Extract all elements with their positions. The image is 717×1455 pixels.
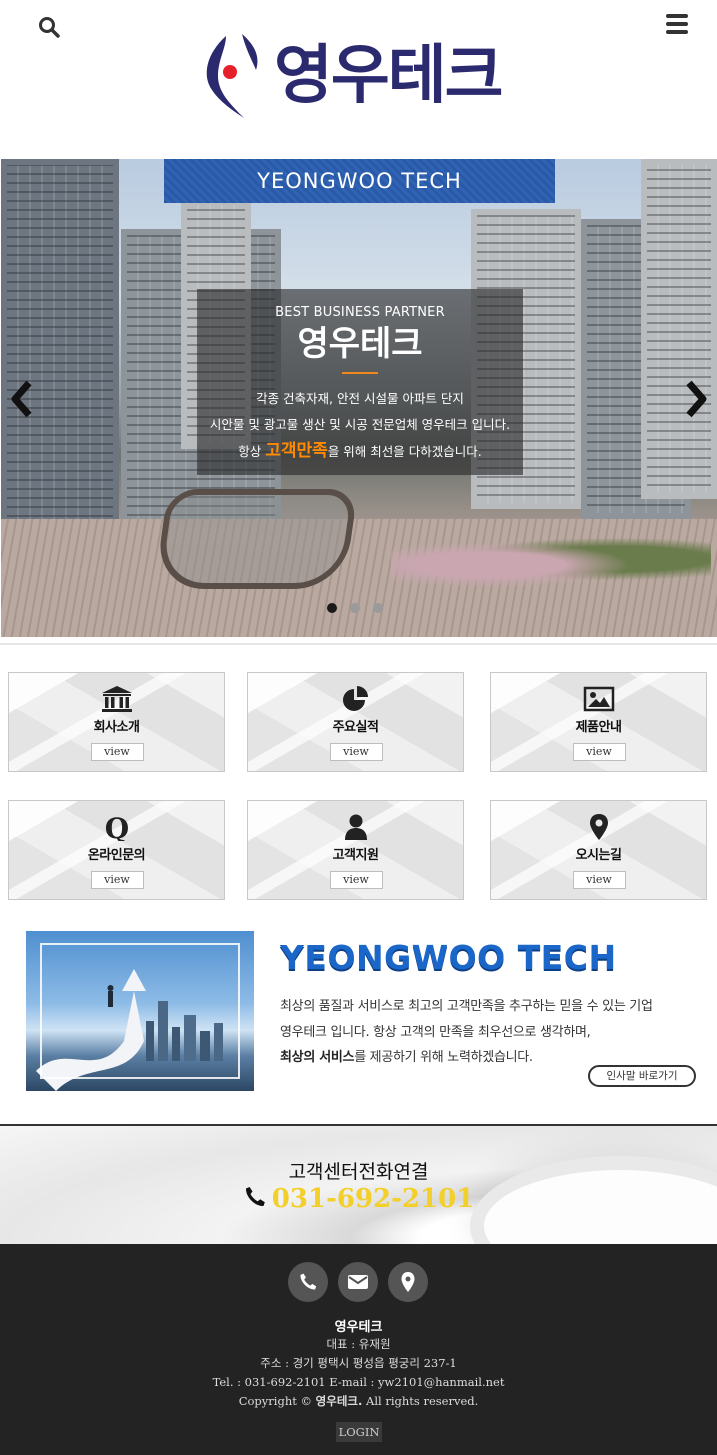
hero-line-2: 시안물 및 광고물 생산 및 시공 전문업체 영우테크 입니다. bbox=[209, 417, 511, 432]
tile-online-inquiry[interactable]: Q 온라인문의 view bbox=[8, 800, 225, 900]
svg-text:Q: Q bbox=[104, 813, 128, 841]
envelope-icon[interactable] bbox=[338, 1262, 378, 1302]
hero-line-1: 각종 건축자재, 안전 시설물 아파트 단지 bbox=[256, 391, 464, 406]
footer-contact: Tel. : 031-692-2101 E-mail : yw2101@hanm… bbox=[212, 1375, 505, 1389]
search-icon[interactable] bbox=[38, 16, 62, 40]
slide-dot-3[interactable] bbox=[373, 603, 383, 613]
intro-line-3-bold: 최상의 서비스 bbox=[280, 1050, 355, 1065]
call-center-title: 고객센터전화연결 bbox=[288, 1161, 429, 1183]
logo-mark-icon bbox=[206, 34, 258, 118]
prev-slide-chevron-icon[interactable] bbox=[9, 379, 35, 419]
tile-customer-support[interactable]: 고객지원 view bbox=[247, 800, 464, 900]
tile-label: 오시는길 bbox=[575, 848, 622, 863]
map-pin-icon[interactable] bbox=[388, 1262, 428, 1302]
map-pin-icon bbox=[589, 814, 608, 840]
greeting-link-button[interactable]: 인사말 바로가기 bbox=[588, 1065, 696, 1087]
tile-label: 주요실적 bbox=[332, 720, 379, 735]
tile-company-intro[interactable]: 회사소개 view bbox=[8, 672, 225, 772]
footer-ceo: 대표 : 유재원 bbox=[326, 1337, 391, 1351]
q-icon: Q bbox=[104, 813, 128, 841]
tile-label: 고객지원 bbox=[332, 848, 379, 863]
tile-label: 회사소개 bbox=[93, 720, 140, 735]
hero-band-title: YEONGWOO TECH bbox=[164, 159, 555, 203]
hero-eyebrow: BEST BUSINESS PARTNER bbox=[275, 305, 445, 320]
tile-label: 제품안내 bbox=[575, 720, 622, 735]
footer-copyright: Copyright © 영우테크. All rights reserved. bbox=[0, 1393, 717, 1409]
view-button[interactable]: view bbox=[572, 871, 626, 889]
call-center-number[interactable]: 031-692-2101 bbox=[272, 1184, 475, 1214]
slide-dot-1[interactable] bbox=[327, 603, 337, 613]
site-logo[interactable]: 영우테크 bbox=[196, 28, 506, 124]
building-image bbox=[641, 159, 717, 499]
bank-building-icon bbox=[101, 686, 132, 712]
footer-quick-icons bbox=[288, 1262, 428, 1302]
hamburger-menu-icon[interactable] bbox=[666, 14, 688, 34]
view-button[interactable]: view bbox=[329, 871, 383, 889]
intro-brand-title: YEONGWOO TECH bbox=[280, 938, 617, 977]
phone-icon bbox=[245, 1187, 265, 1207]
view-button[interactable]: view bbox=[572, 743, 626, 761]
tile-major-results[interactable]: 주요실적 view bbox=[247, 672, 464, 772]
copyright-prefix: Copyright © bbox=[238, 1394, 313, 1408]
view-button[interactable]: view bbox=[329, 743, 383, 761]
intro-line-1: 최상의 품질과 서비스로 최고의 고객만족을 추구하는 믿을 수 있는 기업 bbox=[280, 999, 653, 1014]
hero-line-3-post: 을 위해 최선을 다하겠습니다. bbox=[327, 444, 482, 459]
copyright-company: 영우테크. bbox=[315, 1394, 363, 1408]
intro-frame bbox=[40, 943, 240, 1079]
footer-address: 주소 : 경기 평택시 평성읍 평궁리 237-1 bbox=[260, 1356, 457, 1370]
slide-dot-2[interactable] bbox=[350, 603, 360, 613]
intro-city-image bbox=[26, 931, 254, 1091]
copyright-suffix: All rights reserved. bbox=[366, 1394, 479, 1408]
hero-accent-text: 고객만족 bbox=[265, 441, 328, 461]
footer-company-name: 영우테크 bbox=[334, 1320, 383, 1335]
pond-image bbox=[153, 489, 359, 589]
building-image bbox=[1, 159, 119, 539]
trees-image bbox=[391, 529, 711, 589]
image-icon bbox=[583, 686, 614, 712]
logo-text: 영우테크 bbox=[274, 39, 504, 113]
hero-caption-panel: BEST BUSINESS PARTNER 영우테크 각종 건축자재, 안전 시… bbox=[197, 289, 523, 475]
hero-slider: YEONGWOO TECH BEST BUSINESS PARTNER 영우테크… bbox=[1, 159, 717, 637]
hero-line-3: 항상 고객만족을 위해 최선을 다하겠습니다. bbox=[197, 438, 523, 465]
intro-line-3: 최상의 서비스를 제공하기 위해 노력하겠습니다. bbox=[280, 1046, 533, 1065]
view-button[interactable]: view bbox=[90, 743, 144, 761]
slide-indicators bbox=[327, 603, 383, 613]
intro-line-3-rest: 를 제공하기 위해 노력하겠습니다. bbox=[354, 1050, 533, 1065]
phone-icon[interactable] bbox=[288, 1262, 328, 1302]
tile-products[interactable]: 제품안내 view bbox=[490, 672, 707, 772]
section-divider bbox=[0, 643, 717, 645]
pie-chart-icon bbox=[342, 686, 368, 711]
tile-label: 온라인문의 bbox=[87, 848, 146, 863]
site-footer: 영우테크 대표 : 유재원 주소 : 경기 평택시 평성읍 평궁리 237-1 … bbox=[0, 1244, 717, 1455]
tile-directions[interactable]: 오시는길 view bbox=[490, 800, 707, 900]
view-button[interactable]: view bbox=[90, 871, 144, 889]
hero-heading: 영우테크 bbox=[297, 324, 423, 364]
site-header: 영우테크 bbox=[0, 0, 717, 158]
intro-line-2: 영우테크 입니다. 항상 고객의 만족을 최우선으로 생각하며, bbox=[280, 1025, 591, 1040]
next-slide-chevron-icon[interactable] bbox=[683, 379, 709, 419]
user-icon bbox=[344, 814, 367, 840]
hero-divider bbox=[342, 372, 378, 374]
hero-line-3-pre: 항상 bbox=[238, 444, 262, 459]
call-number-row[interactable]: 031-692-2101 bbox=[0, 1184, 717, 1214]
login-button[interactable]: LOGIN bbox=[336, 1422, 382, 1442]
